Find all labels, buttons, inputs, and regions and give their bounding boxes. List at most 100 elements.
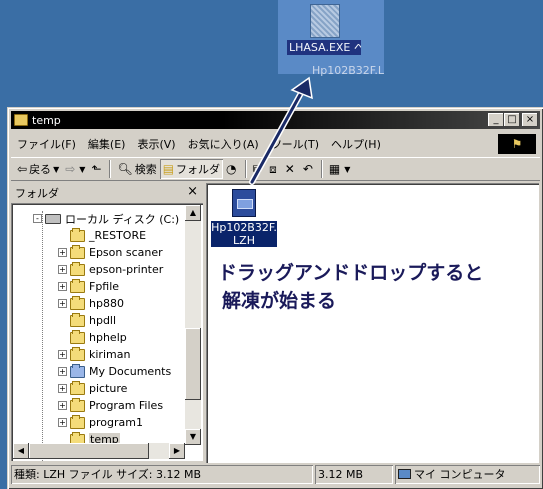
move-to-button[interactable]: ⧉ — [250, 159, 267, 179]
tree-item-label: Fpfile — [89, 280, 120, 293]
tree-item-program-files[interactable]: + Program Files — [58, 397, 163, 414]
forward-button[interactable]: ⇨ ▼ — [62, 159, 88, 179]
tree-item-hphelp[interactable]: hphelp — [58, 329, 127, 346]
menu-tools[interactable]: ツール(T) — [265, 136, 325, 152]
drag-ghost-filename: Hp102B32F.L — [312, 64, 384, 77]
file-item-label[interactable]: Hp102B32F.LZH — [211, 221, 277, 247]
minimize-button[interactable]: _ — [488, 113, 504, 127]
toolbar: ⇦ 戻る ▼ ⇨ ▼ ⬑ 🔍︎ 検索 ▤ フォルダ ◔ ⧉ ⧈ ✕ ↶ ▦ ▼ — [11, 157, 540, 181]
annotation-line-2: 解凍が始まる — [222, 290, 337, 312]
scroll-left-arrow-icon[interactable]: ◀ — [13, 443, 29, 459]
horizontal-scrollbar[interactable]: ◀ ▶ — [13, 443, 185, 459]
delete-button[interactable]: ✕ — [282, 159, 300, 179]
undo-icon: ↶ — [302, 162, 313, 176]
copy-to-button[interactable]: ⧈ — [266, 159, 282, 179]
chevron-down-icon[interactable]: ▼ — [344, 165, 350, 174]
tree-item-restore[interactable]: _RESTORE — [58, 227, 146, 244]
up-folder-button[interactable]: ⬑ — [88, 159, 106, 179]
tree-item-hpdll[interactable]: hpdll — [58, 312, 116, 329]
expand-icon[interactable]: + — [58, 282, 67, 291]
expand-icon[interactable]: + — [58, 384, 67, 393]
tree-item-label: program1 — [89, 416, 143, 429]
tree-guide-line — [42, 211, 43, 461]
status-bar: 種類: LZH ファイル サイズ: 3.12 MB 3.12 MB マイ コンピ… — [11, 465, 540, 485]
folders-button[interactable]: ▤ フォルダ — [159, 159, 224, 179]
vertical-scroll-thumb[interactable] — [185, 328, 201, 400]
drive-icon — [45, 213, 61, 224]
folder-icon — [70, 244, 85, 259]
close-icon[interactable]: × — [187, 184, 198, 199]
search-button[interactable]: 🔍︎ 検索 — [114, 159, 159, 179]
scroll-down-arrow-icon[interactable]: ▼ — [185, 429, 201, 445]
expand-icon[interactable]: + — [58, 418, 67, 427]
tree-item-epson-scaner[interactable]: + Epson scaner — [58, 244, 163, 261]
tree-item-program1[interactable]: + program1 — [58, 414, 143, 431]
back-button[interactable]: ⇦ 戻る ▼ — [14, 159, 62, 179]
title-bar[interactable]: temp _ □ × — [11, 111, 540, 129]
folder-icon — [70, 295, 85, 310]
vertical-scrollbar[interactable]: ▲ ▼ — [185, 205, 201, 445]
scroll-right-arrow-icon[interactable]: ▶ — [169, 443, 185, 459]
expand-icon[interactable]: + — [58, 367, 67, 376]
tree-item-epson-printer[interactable]: + epson-printer — [58, 261, 163, 278]
shortcut-file-icon[interactable] — [310, 4, 340, 38]
tree-item-label: picture — [89, 382, 128, 395]
drag-shortcut-label[interactable]: LHASA.EXE へのショートカ... — [287, 40, 361, 55]
chevron-down-icon[interactable]: ▼ — [53, 165, 59, 174]
toolbar-separator — [320, 160, 323, 178]
menu-file[interactable]: ファイル(F) — [11, 136, 82, 152]
chevron-down-icon[interactable]: ▼ — [79, 165, 85, 174]
tree-item-picture[interactable]: + picture — [58, 380, 127, 397]
menu-help[interactable]: ヘルプ(H) — [325, 136, 387, 152]
windows-logo-icon: ⚑ — [498, 134, 536, 154]
views-button[interactable]: ▦ ▼ — [326, 159, 354, 179]
folder-icon — [70, 380, 85, 395]
menu-edit[interactable]: 編集(E) — [82, 136, 132, 152]
folder-icon — [70, 414, 85, 429]
my-documents-icon — [70, 363, 85, 378]
folder-pane-header: フォルダ × — [11, 183, 203, 202]
tree-item-local-disk[interactable]: - ローカル ディスク (C:) — [33, 210, 179, 227]
window-controls: _ □ × — [488, 113, 538, 127]
maximize-button[interactable]: □ — [504, 113, 520, 127]
tree-item-label: Epson scaner — [89, 246, 163, 259]
expand-icon[interactable]: + — [58, 350, 67, 359]
folder-icon: ▤ — [162, 162, 175, 176]
tree-item-label: My Documents — [89, 365, 172, 378]
folder-icon — [70, 227, 85, 242]
expand-icon[interactable]: + — [58, 401, 67, 410]
forward-arrow-icon: ⇨ — [65, 162, 76, 176]
tree-item-label: hpdll — [89, 314, 117, 327]
collapse-icon[interactable]: - — [33, 214, 42, 223]
tree-item-label: hphelp — [89, 331, 127, 344]
folder-icon — [70, 312, 85, 327]
file-list-pane[interactable]: Hp102B32F.LZH ドラッグアンドドロップすると 解凍が始まる — [206, 183, 539, 463]
tree-item-fpfile[interactable]: + Fpfile — [58, 278, 119, 295]
folder-icon — [70, 346, 85, 361]
expand-icon[interactable]: + — [58, 248, 67, 257]
menu-view[interactable]: 表示(V) — [131, 136, 181, 152]
tree-item-hp880[interactable]: + hp880 — [58, 295, 124, 312]
window-title: temp — [32, 113, 61, 127]
folder-pane-title: フォルダ — [15, 186, 59, 200]
tree-item-label: hp880 — [89, 297, 124, 310]
history-icon: ◔ — [226, 162, 237, 176]
lzh-file-icon[interactable] — [232, 189, 256, 217]
folder-icon — [14, 114, 28, 126]
back-label: 戻る — [29, 163, 52, 176]
history-button[interactable]: ◔ — [223, 159, 241, 179]
close-button[interactable]: × — [522, 113, 538, 127]
tree-item-kiriman[interactable]: + kiriman — [58, 346, 130, 363]
scroll-up-arrow-icon[interactable]: ▲ — [185, 205, 201, 221]
menu-bar: ファイル(F) 編集(E) 表示(V) お気に入り(A) ツール(T) ヘルプ(… — [11, 133, 540, 154]
expand-icon[interactable]: + — [58, 265, 67, 274]
undo-button[interactable]: ↶ — [300, 159, 318, 179]
status-location-label: マイ コンピュータ — [414, 468, 506, 481]
status-info: 種類: LZH ファイル サイズ: 3.12 MB — [11, 465, 313, 484]
tree-item-label: kiriman — [89, 348, 131, 361]
horizontal-scroll-thumb[interactable] — [29, 443, 149, 459]
menu-favorites[interactable]: お気に入り(A) — [182, 136, 265, 152]
tree-item-my-documents[interactable]: + My Documents — [58, 363, 171, 380]
expand-icon[interactable]: + — [58, 299, 67, 308]
